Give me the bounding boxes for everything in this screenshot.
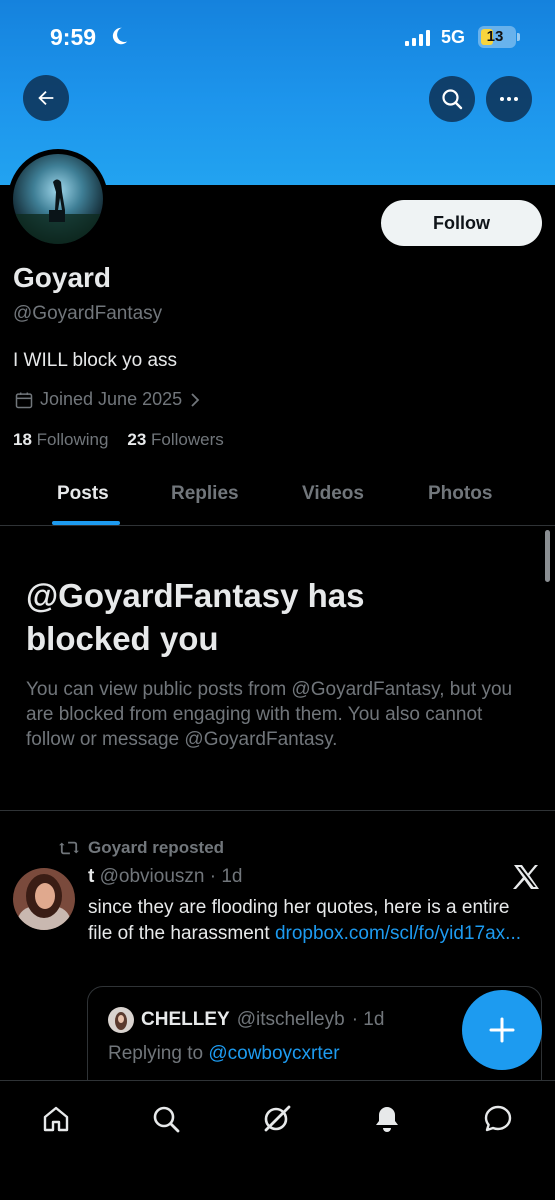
followers-link[interactable]: 23 Followers — [127, 430, 223, 449]
scrollbar[interactable] — [545, 530, 550, 582]
profile-joined[interactable]: Joined June 2025 — [14, 389, 202, 410]
post-link[interactable]: dropbox.com/scl/fo/yid17ax... — [275, 923, 521, 944]
following-count: 18 — [13, 430, 32, 449]
tab-posts[interactable]: Posts — [57, 483, 109, 505]
chevron-right-icon — [191, 392, 200, 407]
profile-handle: @GoyardFantasy — [13, 303, 163, 324]
plus-icon — [489, 1017, 515, 1043]
arrow-left-icon — [38, 90, 54, 106]
nav-home[interactable] — [36, 1099, 76, 1139]
messages-icon — [484, 1105, 512, 1132]
repost-label: Goyard reposted — [88, 838, 225, 857]
following-label: Following — [36, 430, 109, 449]
notifications-icon — [376, 1107, 398, 1132]
bottom-nav — [0, 1080, 555, 1200]
avatar-image — [13, 154, 103, 244]
quote-author-avatar — [108, 1007, 134, 1033]
followers-count: 23 — [127, 430, 147, 449]
battery-level: 13 — [486, 28, 504, 45]
battery-icon: 13 — [478, 26, 520, 48]
home-icon — [43, 1106, 69, 1132]
post-text: since they are flooding her quotes, here… — [88, 895, 538, 947]
repost-icon — [59, 841, 79, 855]
post-author-handle[interactable]: @obviouszn — [100, 866, 205, 887]
network-label: 5G — [441, 27, 466, 47]
calendar-icon — [15, 392, 33, 408]
followers-label: Followers — [151, 430, 224, 449]
search-icon — [442, 89, 463, 110]
following-link[interactable]: 18 Following — [13, 430, 108, 449]
post-time: · 1d — [209, 866, 243, 887]
signal-icon — [405, 30, 430, 46]
status-bar: 9:59 5G 13 — [0, 18, 555, 58]
x-logo-icon — [513, 865, 539, 889]
tab-photos[interactable]: Photos — [428, 483, 492, 505]
nav-messages[interactable] — [478, 1099, 518, 1139]
back-button[interactable] — [23, 75, 69, 121]
quote-replying-to: Replying to @cowboycxrter — [108, 1043, 340, 1065]
author-avatar-image — [13, 868, 75, 930]
nav-search[interactable] — [146, 1099, 186, 1139]
quote-header: CHELLEY @itschelleyb · 1d — [108, 1007, 384, 1033]
repost-indicator: Goyard reposted — [58, 838, 224, 858]
blocked-title: @GoyardFantasy has blocked you — [26, 577, 365, 657]
tab-replies[interactable]: Replies — [171, 483, 239, 505]
more-button[interactable] — [486, 76, 532, 122]
status-time: 9:59 — [50, 24, 97, 50]
post-author-avatar[interactable] — [13, 868, 75, 930]
quote-author-name: CHELLEY — [141, 1009, 230, 1030]
search-icon — [153, 1106, 180, 1133]
follow-button[interactable]: Follow — [381, 200, 542, 246]
quote-author-handle: @itschelleyb — [236, 1009, 345, 1030]
nav-grok[interactable] — [257, 1099, 297, 1139]
replying-prefix: Replying to — [108, 1043, 209, 1064]
compose-button[interactable] — [462, 990, 542, 1070]
post-author-name[interactable]: t — [88, 866, 94, 887]
blocked-description: You can view public posts from @GoyardFa… — [26, 679, 513, 750]
nav-notifications[interactable] — [367, 1099, 407, 1139]
moon-icon — [112, 27, 128, 45]
divider — [0, 810, 555, 811]
grok-icon — [264, 1105, 291, 1132]
active-tab-indicator — [52, 521, 120, 525]
profile-bio: I WILL block yo ass — [13, 350, 178, 371]
joined-label: Joined June 2025 — [40, 389, 183, 409]
quote-time: · 1d — [351, 1009, 385, 1030]
tab-videos[interactable]: Videos — [302, 483, 364, 505]
replying-to-handle[interactable]: @cowboycxrter — [208, 1043, 339, 1064]
profile-avatar[interactable] — [8, 149, 108, 249]
search-button[interactable] — [429, 76, 475, 122]
follow-counts: 18 Following 23 Followers — [13, 430, 224, 450]
profile-name: Goyard — [13, 262, 112, 293]
quote-avatar-image — [108, 1007, 134, 1033]
profile-tabs: Posts Replies Videos Photos — [0, 470, 555, 526]
post-header: t @obviouszn · 1d — [88, 866, 242, 888]
more-dots-icon — [500, 97, 518, 101]
